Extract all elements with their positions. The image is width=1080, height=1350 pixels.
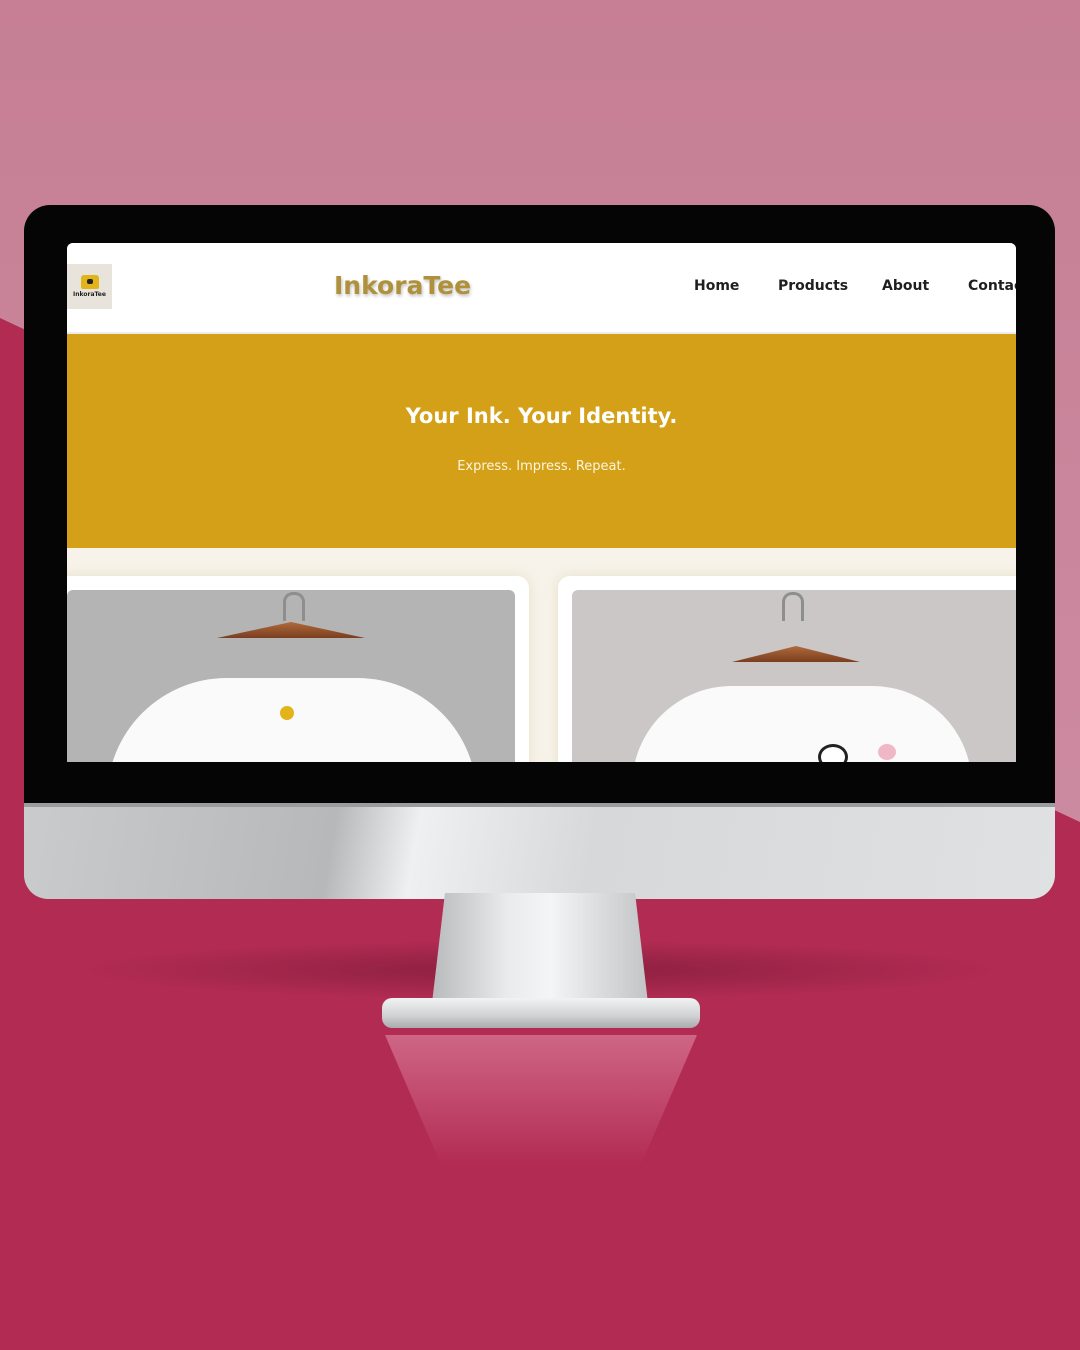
heart-print-icon [878, 744, 896, 760]
nav-about[interactable]: About [882, 278, 929, 294]
product-image [572, 590, 1016, 762]
hero-title: Your Ink. Your Identity. [405, 404, 678, 428]
monitor-chin [24, 803, 1055, 899]
nav-contact[interactable]: Contact [968, 278, 1016, 294]
website-screen: InkoraTee InkoraTee Home Products About … [67, 243, 1016, 762]
hero-banner: Your Ink. Your Identity. Express. Impres… [67, 334, 1016, 548]
product-image [67, 590, 515, 762]
hanger [217, 622, 365, 638]
product-card[interactable] [558, 576, 1016, 762]
hero-subtitle: Express. Impress. Repeat. [457, 459, 626, 474]
hanger-hook [283, 592, 305, 621]
monitor-stand [432, 893, 648, 1003]
main-nav: Home Products About Contact [67, 278, 1016, 298]
product-card[interactable] [67, 576, 529, 762]
tshirt-image [632, 686, 972, 762]
hanger-hook [782, 592, 804, 621]
nav-products[interactable]: Products [778, 278, 848, 294]
tshirt-tag-icon [280, 706, 294, 720]
hanger [732, 646, 860, 662]
site-header: InkoraTee InkoraTee Home Products About … [67, 243, 1016, 334]
nav-home[interactable]: Home [694, 278, 739, 294]
monitor-stand-base [382, 998, 700, 1028]
tshirt-image [107, 678, 477, 762]
product-grid [67, 548, 1016, 762]
